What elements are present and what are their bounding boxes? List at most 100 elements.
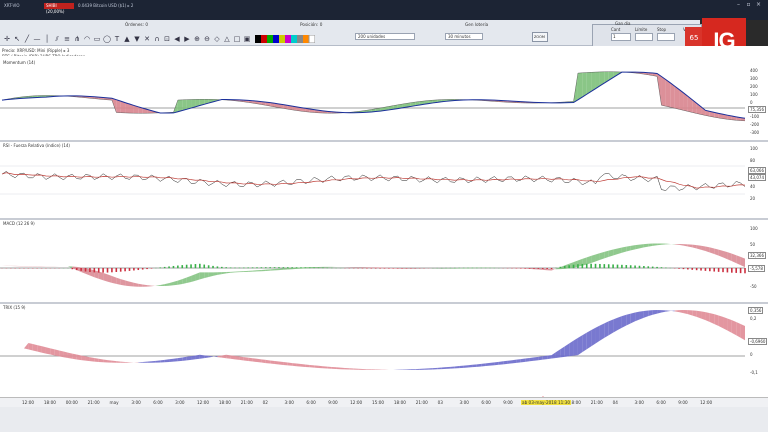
time-tick: 04 (612, 400, 618, 405)
macd-histogram-bar (119, 268, 122, 272)
trix-fill (511, 359, 517, 364)
macd-histogram-bar (84, 268, 87, 272)
ellipse-tool-icon[interactable]: ◯ (103, 35, 111, 43)
units-select[interactable]: 200 unidades (355, 33, 415, 40)
maximize-icon[interactable]: ▫ (745, 2, 752, 8)
limite-field[interactable] (635, 33, 653, 41)
macd-histogram-bar (133, 268, 135, 271)
trix-fill (177, 357, 183, 362)
shape-icon[interactable]: ◇ (213, 35, 221, 43)
trix-fill (72, 353, 77, 360)
text-tool-icon[interactable]: T (113, 35, 121, 43)
macd-histogram-bar (731, 268, 733, 273)
trix-signal-tag: -0,6960 (748, 338, 768, 345)
zoom-out-icon[interactable]: ⊖ (203, 35, 211, 43)
arrow-up-icon[interactable]: ▲ (123, 35, 131, 43)
trix-fill (327, 366, 332, 369)
time-tick: 3:00 (284, 400, 294, 405)
momentum-label[interactable]: Momentum (14) (3, 60, 35, 65)
indicator-charts[interactable] (0, 46, 768, 397)
crosshair-icon[interactable]: ✛ (3, 35, 11, 43)
pane-separator[interactable] (0, 218, 768, 220)
zoom-in-icon[interactable]: ⊕ (193, 35, 201, 43)
pitchfork-icon[interactable]: ⋔ (73, 35, 81, 43)
rsi-label[interactable]: RSI - Fuerza Relativa (índice) (14) (3, 143, 70, 148)
trix-fill (270, 360, 275, 365)
time-axis[interactable]: 12:00 18:00 00:00 21:00 may 3:00 6:00 3:00 12:00… (0, 397, 768, 407)
time-tick: 3:00 (459, 400, 469, 405)
macd-histogram-bar (647, 266, 650, 269)
vline-tool-icon[interactable]: │ (43, 35, 51, 43)
time-tick: 18:00 (218, 400, 231, 405)
interval-select[interactable]: 30 minutos (445, 33, 483, 40)
macd-histogram-bar (682, 268, 685, 270)
minimize-icon[interactable]: – (735, 2, 742, 8)
chart-area[interactable]: Precio: XRP/USD: Mini (Ripple) ▸ 3 BTC /… (0, 46, 768, 432)
macd-histogram-bar (366, 268, 368, 269)
sell-price: 65 (689, 34, 699, 42)
momentum-fill (120, 101, 126, 113)
stop-field[interactable] (657, 33, 675, 41)
line-tool-icon[interactable]: ╱ (23, 35, 31, 43)
trix-label[interactable]: TRIX (15 9) (3, 305, 25, 310)
pane-bg (0, 56, 768, 139)
macd-histogram-bar (572, 264, 575, 269)
arrow-left-icon[interactable]: ◀ (173, 35, 181, 43)
trix-fill (173, 358, 178, 362)
cursor-icon[interactable]: ↖ (13, 35, 21, 43)
axis-tick: 0,2 (750, 316, 757, 321)
arrow-right-icon[interactable]: ▶ (183, 35, 191, 43)
arc-tool-icon[interactable]: ◠ (83, 35, 91, 43)
sell-button[interactable]: 65 (685, 27, 703, 47)
axis-tick: -0,1 (750, 370, 758, 375)
trix-fill (230, 355, 236, 360)
axis-tick: 100 (750, 226, 758, 231)
magnet-icon[interactable]: ∩ (153, 35, 161, 43)
trix-fill (498, 361, 504, 365)
cant-field[interactable]: 1 (611, 33, 631, 41)
trix-fill (278, 361, 284, 365)
fib-tool-icon[interactable]: ≡ (63, 35, 71, 43)
macd-histogram-bar (739, 268, 742, 274)
zoom-button[interactable]: ZOOM (532, 32, 548, 42)
instrument-badge[interactable]: SHIBI (20,00%) (44, 3, 74, 14)
momentum-fill (665, 79, 671, 108)
axis-tick: -200 (750, 122, 760, 127)
macd-histogram-bar (713, 268, 716, 272)
lock-icon[interactable]: ⊡ (163, 35, 171, 43)
macd-label[interactable]: MACD (12 26 9) (3, 221, 35, 226)
arrow-down-icon[interactable]: ▼ (133, 35, 141, 43)
macd-histogram-bar (177, 265, 179, 269)
trix-fill (256, 358, 262, 363)
trix-title: TRIX (15 9) (3, 305, 26, 310)
window-title: XRT-VIO (4, 3, 20, 8)
macd-histogram-bar (102, 268, 104, 273)
macd-histogram-bar (533, 268, 535, 269)
rect-tool-icon[interactable]: ▭ (93, 35, 101, 43)
macd-histogram-bar (735, 268, 738, 273)
trix-fill (50, 348, 55, 356)
pane-separator[interactable] (0, 140, 768, 142)
time-tick: 18:00 (43, 400, 56, 405)
time-tick: 21:00 (87, 400, 100, 405)
color-palette[interactable] (255, 34, 316, 44)
hline-tool-icon[interactable]: — (33, 35, 41, 43)
screenshot-icon[interactable]: ▣ (243, 35, 251, 43)
trix-fill (525, 357, 530, 362)
triangle-icon[interactable]: △ (223, 35, 231, 43)
macd-histogram-bar (577, 264, 579, 269)
time-tick: 12:00 (197, 400, 210, 405)
trix-fill (283, 362, 288, 366)
trix-fill (300, 364, 306, 367)
macd-histogram-bar (537, 268, 540, 269)
close-icon[interactable]: × (755, 2, 762, 8)
square-icon[interactable]: □ (233, 35, 241, 43)
time-tick: 21:00 (240, 400, 253, 405)
time-cursor-label: ab 03-may-2018 11:30 (521, 400, 572, 405)
pane-separator[interactable] (0, 302, 768, 304)
macd-histogram-bar (313, 267, 315, 269)
delete-icon[interactable]: ✕ (143, 35, 151, 43)
macd-histogram-bar (687, 268, 689, 270)
channel-tool-icon[interactable]: ⫽ (53, 35, 61, 43)
trix-fill (520, 358, 526, 363)
